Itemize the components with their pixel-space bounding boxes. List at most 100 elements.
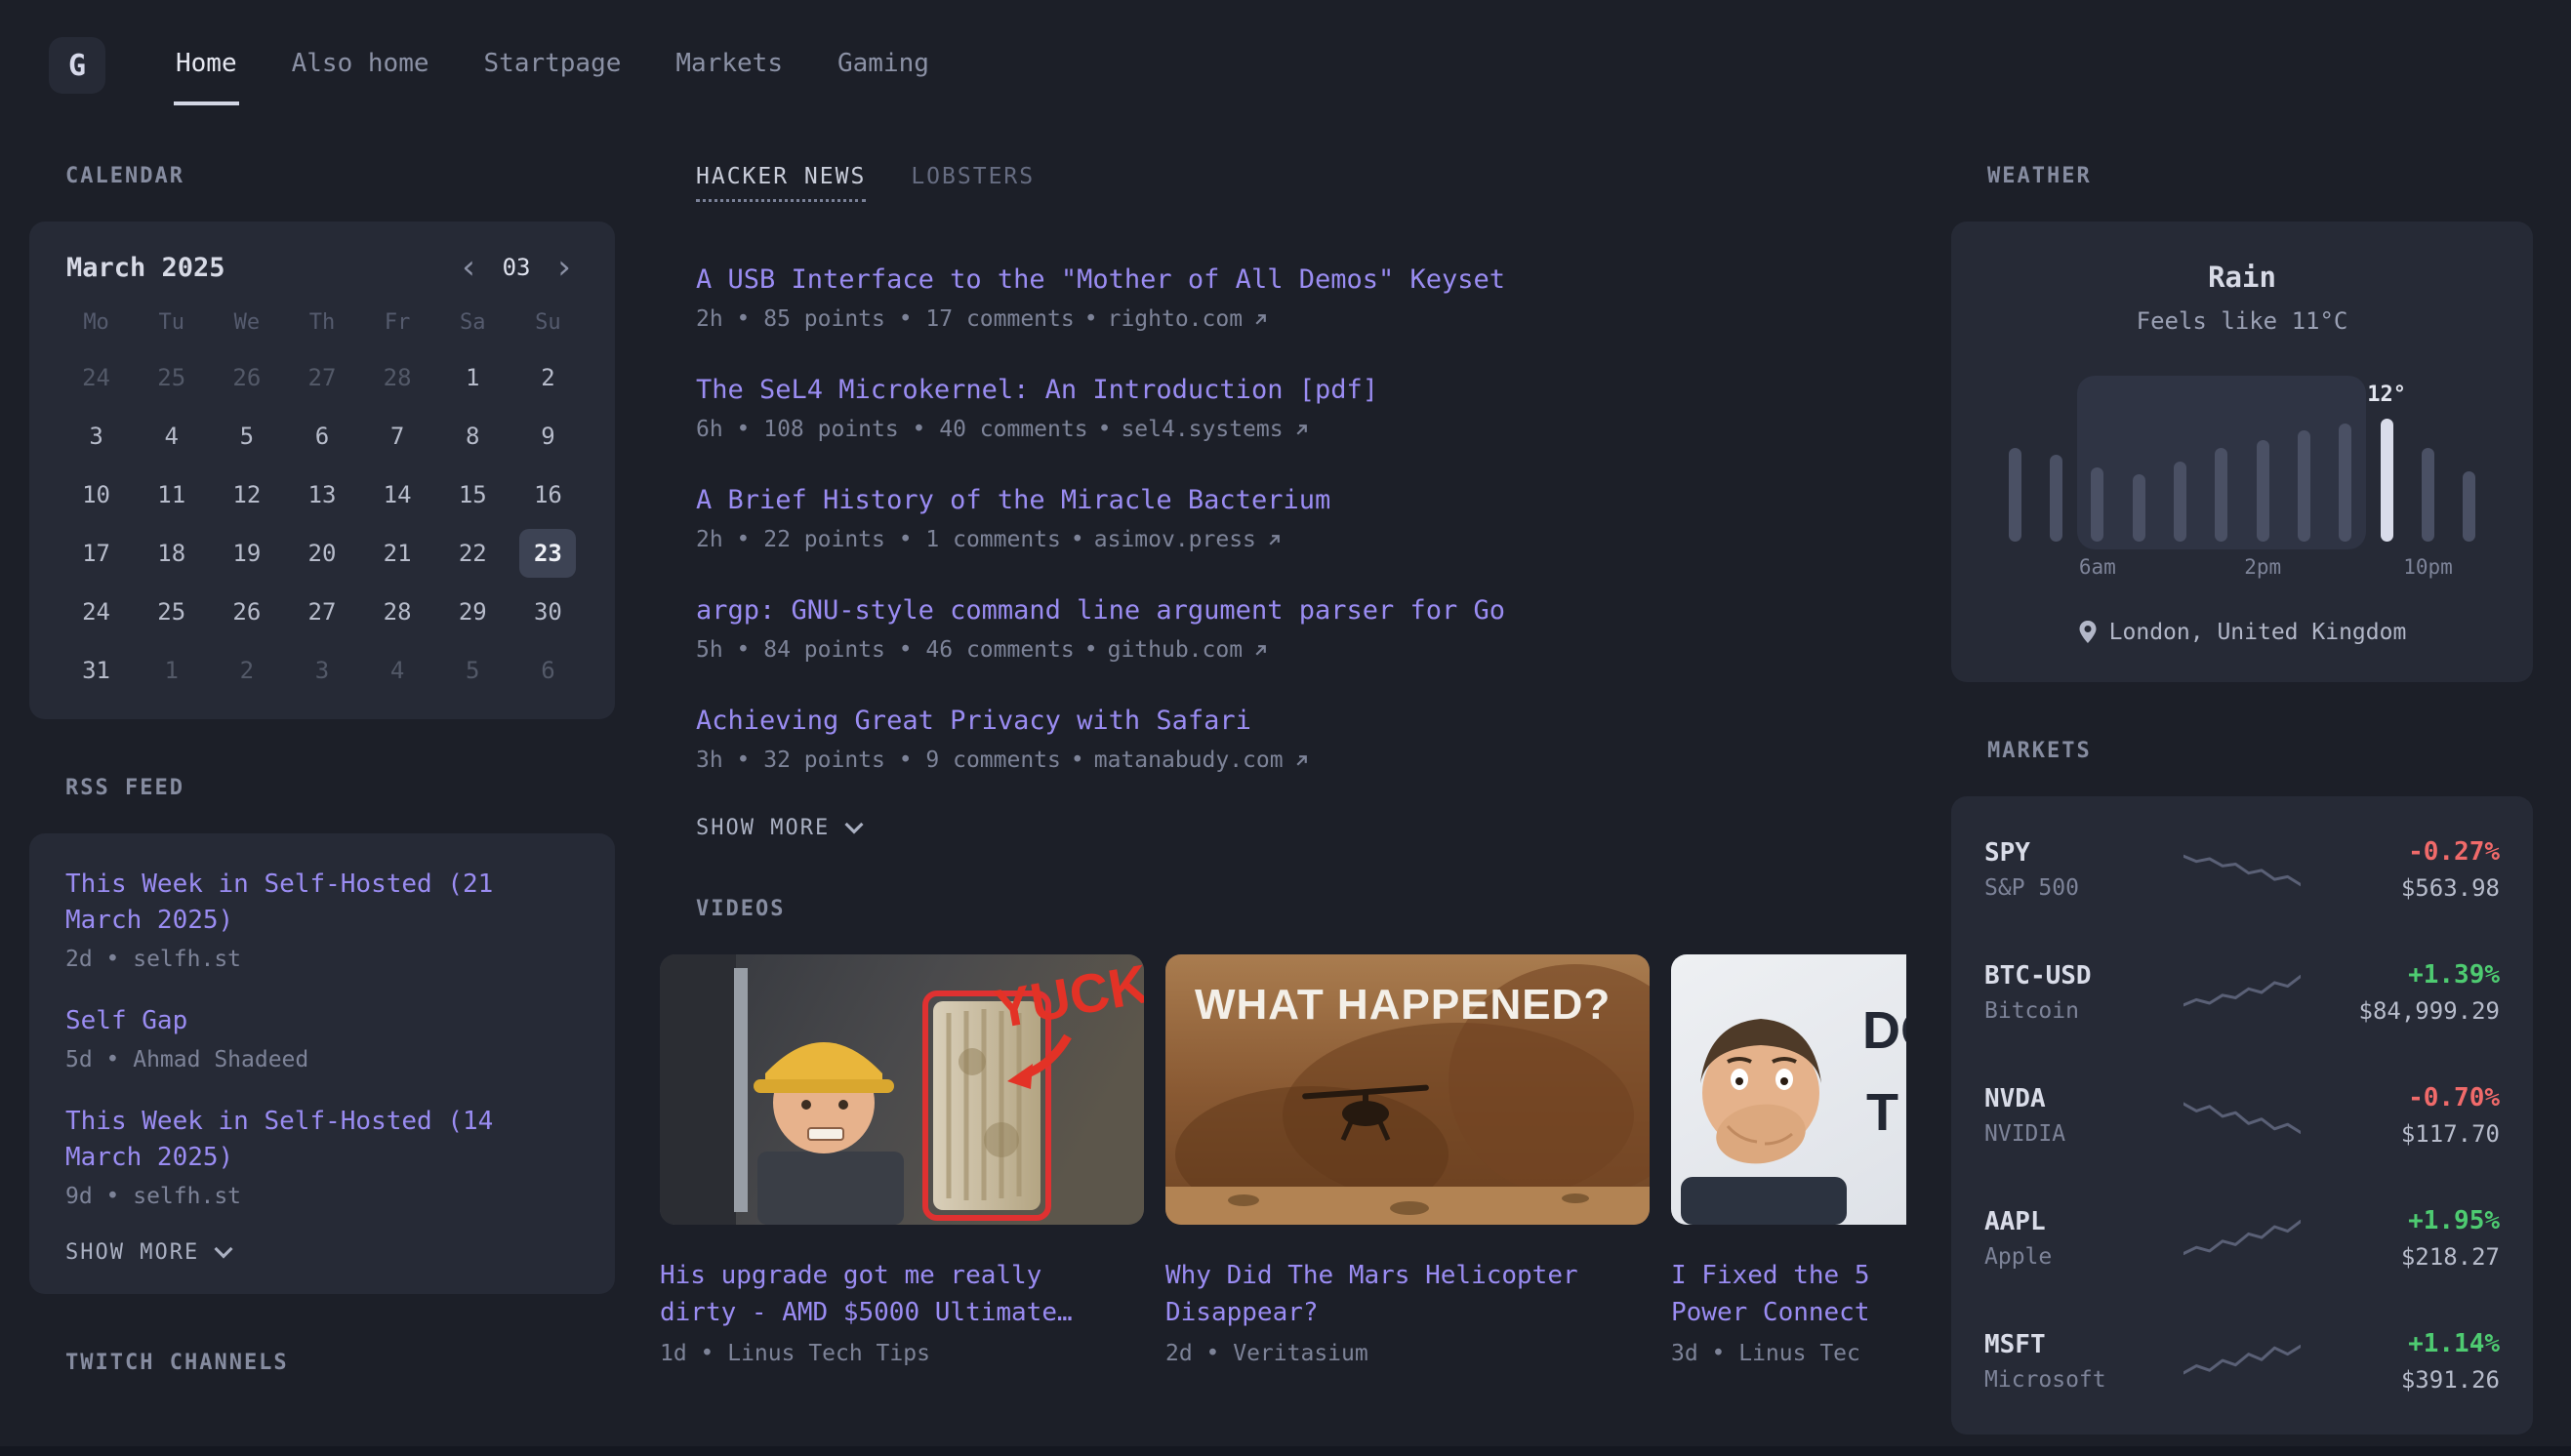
market-sparkline — [2183, 970, 2301, 1015]
video-thumbnail[interactable]: YUCK — [660, 954, 1144, 1225]
calendar-day: 3 — [59, 407, 134, 465]
right-column: WEATHER Rain Feels like 11°C 12° 6am2pm1… — [1951, 164, 2533, 1435]
video-thumbnail[interactable]: WHAT HAPPENED? — [1165, 954, 1650, 1225]
rss-feed-item: This Week in Self-Hosted (21 March 2025)… — [65, 867, 579, 972]
calendar-day: 29 — [435, 583, 510, 641]
market-name: Bitcoin — [1984, 998, 2183, 1024]
market-name: NVIDIA — [1984, 1121, 2183, 1147]
external-link-icon — [1266, 532, 1283, 548]
news-item-source-link[interactable]: righto.com — [1108, 306, 1243, 332]
videos-section: VIDEOS — [660, 897, 1906, 1366]
market-row-aapl[interactable]: AAPL Apple +1.95% $218.27 — [1984, 1177, 2500, 1300]
bullet-separator: • — [1071, 527, 1084, 552]
video-thumbnail[interactable]: DO T — [1671, 954, 1906, 1225]
rss-item-title[interactable]: This Week in Self-Hosted (21 March 2025) — [65, 867, 579, 939]
market-row-btc-usd[interactable]: BTC-USD Bitcoin +1.39% $84,999.29 — [1984, 931, 2500, 1054]
news-show-more-button[interactable]: SHOW MORE — [696, 816, 865, 840]
calendar-weekday-label: Th — [284, 296, 359, 348]
tab-hacker-news[interactable]: HACKER NEWS — [696, 164, 866, 202]
nav-tab-startpage[interactable]: Startpage — [482, 23, 624, 105]
video-title[interactable]: His upgrade got me really dirty - AMD $5… — [660, 1258, 1144, 1331]
market-sparkline — [2183, 1216, 2301, 1261]
news-item-meta: 2h • 22 points • 1 comments • asimov.pre… — [696, 527, 1906, 552]
calendar-prev-icon[interactable]: ‹ — [455, 251, 482, 284]
weather-section: WEATHER Rain Feels like 11°C 12° 6am2pm1… — [1951, 164, 2533, 682]
nav-tab-also-home[interactable]: Also home — [290, 23, 431, 105]
external-link-icon — [1293, 422, 1310, 438]
calendar-day: 2 — [209, 641, 284, 700]
location-pin-icon — [2078, 621, 2098, 644]
weather-location: London, United Kingdom — [1984, 620, 2500, 645]
calendar-section-label: CALENDAR — [65, 164, 615, 188]
weather-bar — [2298, 430, 2310, 542]
nav-tab-markets[interactable]: Markets — [673, 23, 785, 105]
video-meta: 3d • Linus Tec — [1671, 1341, 1906, 1366]
weather-bar — [2257, 440, 2269, 542]
calendar-day: 27 — [284, 348, 359, 407]
market-price: $391.26 — [2301, 1366, 2500, 1394]
calendar-next-icon[interactable]: › — [551, 251, 578, 284]
calendar-day: 5 — [209, 407, 284, 465]
rss-item-meta: 5d • Ahmad Shadeed — [65, 1047, 579, 1072]
nav-tab-home[interactable]: Home — [174, 23, 239, 105]
video-title[interactable]: Why Did The Mars Helicopter Disappear? — [1165, 1258, 1650, 1331]
rss-item-title[interactable]: Self Gap — [65, 1003, 579, 1039]
weather-bars — [1994, 385, 2490, 542]
video-card[interactable]: DO T — [1671, 954, 1906, 1366]
market-change: +1.95% — [2301, 1206, 2500, 1235]
market-price: $84,999.29 — [2301, 997, 2500, 1025]
markets-section: MARKETS SPY S&P 500 — [1951, 739, 2533, 1435]
rss-item-meta: 9d • selfh.st — [65, 1184, 579, 1209]
hour-label: 2pm — [2244, 555, 2281, 579]
hour-label: 10pm — [2403, 555, 2453, 579]
video-title[interactable]: I Fixed the 5 Power Connect — [1671, 1258, 1906, 1331]
nav-tab-gaming[interactable]: Gaming — [836, 23, 931, 105]
calendar-day: 30 — [510, 583, 586, 641]
dashboard-columns: CALENDAR March 2025 ‹ 03 › MoTuWeThFrSaS… — [0, 105, 2571, 1435]
news-item-meta: 3h • 32 points • 9 comments • matanabudy… — [696, 748, 1906, 773]
news-item-source-link[interactable]: github.com — [1108, 637, 1243, 663]
rss-item-title[interactable]: This Week in Self-Hosted (14 March 2025) — [65, 1104, 579, 1176]
calendar-day: 6 — [284, 407, 359, 465]
news-item: Achieving Great Privacy with Safari 3h •… — [696, 706, 1906, 773]
news-item-title[interactable]: Achieving Great Privacy with Safari — [696, 706, 1906, 736]
calendar-day: 15 — [435, 465, 510, 524]
thumbnail-caption-2: T — [1866, 1083, 1898, 1142]
news-item-title[interactable]: A Brief History of the Miracle Bacterium — [696, 485, 1906, 515]
news-item-source-link[interactable]: matanabudy.com — [1094, 748, 1284, 773]
glance-dashboard: G Home Also home Startpage Markets Gaming CA… — [0, 0, 2571, 1456]
weather-bar — [2215, 448, 2227, 542]
market-sparkline — [2183, 1093, 2301, 1138]
market-symbol: AAPL — [1984, 1207, 2183, 1236]
news-list: A USB Interface to the "Mother of All De… — [696, 264, 1906, 773]
news-item-source-link[interactable]: asimov.press — [1094, 527, 1256, 552]
news-item-title[interactable]: argp: GNU-style command line argument pa… — [696, 595, 1906, 626]
bullet-separator: • — [1084, 637, 1098, 663]
market-row-spy[interactable]: SPY S&P 500 -0.27% $563.98 — [1984, 808, 2500, 931]
calendar-widget: March 2025 ‹ 03 › MoTuWeThFrSaSu24252627… — [29, 222, 615, 719]
calendar-weekday-label: We — [209, 296, 284, 348]
news-item-title[interactable]: The SeL4 Microkernel: An Introduction [p… — [696, 375, 1906, 405]
video-card[interactable]: WHAT HAPPENED? Why Did The Mars Helicopt… — [1165, 954, 1650, 1366]
video-card[interactable]: YUCK His upgrade got me really dirty - A… — [660, 954, 1144, 1366]
tab-lobsters[interactable]: LOBSTERS — [911, 164, 1035, 202]
market-price: $563.98 — [2301, 874, 2500, 902]
calendar-controls: ‹ 03 › — [455, 251, 578, 284]
news-item-source-link[interactable]: sel4.systems — [1121, 417, 1283, 442]
market-change: -0.27% — [2301, 837, 2500, 867]
news-item-title[interactable]: A USB Interface to the "Mother of All De… — [696, 264, 1906, 295]
market-symbol: BTC-USD — [1984, 961, 2183, 991]
market-row-nvda[interactable]: NVDA NVIDIA -0.70% $117.70 — [1984, 1054, 2500, 1177]
market-row-msft[interactable]: MSFT Microsoft +1.14% $391.26 — [1984, 1300, 2500, 1423]
rss-show-more-button[interactable]: SHOW MORE — [65, 1240, 234, 1265]
bottom-strip — [0, 1446, 2571, 1456]
calendar-day: 1 — [435, 348, 510, 407]
calendar-weekday-label: Sa — [435, 296, 510, 348]
top-nav: G Home Also home Startpage Markets Gaming — [0, 0, 2571, 105]
calendar-day: 4 — [134, 407, 209, 465]
calendar-day: 10 — [59, 465, 134, 524]
calendar-day: 26 — [209, 583, 284, 641]
market-sparkline — [2183, 847, 2301, 892]
app-logo[interactable]: G — [49, 37, 105, 94]
calendar-day: 7 — [360, 407, 435, 465]
